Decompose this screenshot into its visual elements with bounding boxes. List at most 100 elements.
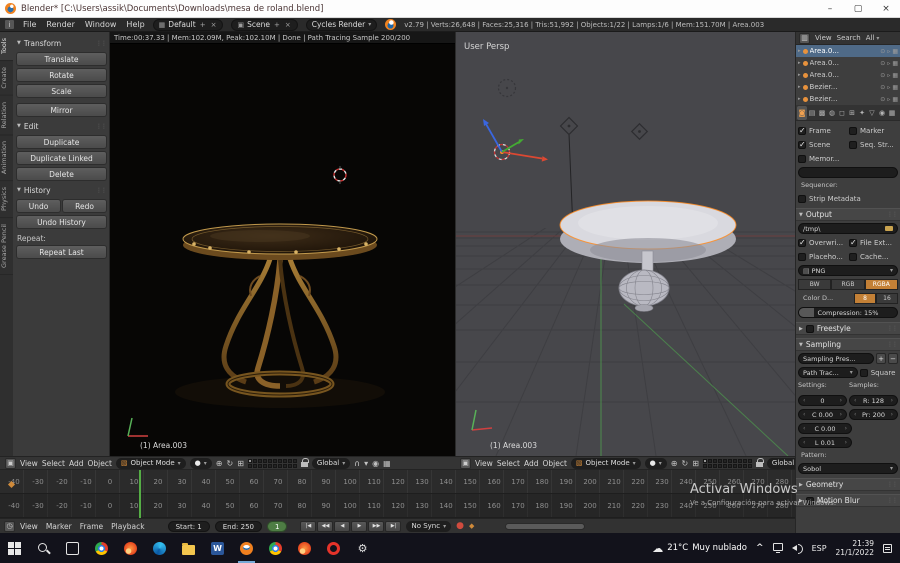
sampling-presets-dropdown[interactable]: Sampling Pres... — [798, 353, 874, 364]
layer-dot[interactable] — [267, 463, 272, 468]
start-frame-field[interactable]: Start: 1 — [167, 520, 210, 532]
toolshelf-tab-relation[interactable]: Relation — [0, 95, 13, 136]
redo-button[interactable]: Redo — [62, 199, 107, 213]
render-samples-field[interactable]: ‹ R: 128 › — [849, 395, 898, 406]
scale-manipulator-icon[interactable]: ⊞ — [237, 459, 244, 468]
timeline-menu-frame[interactable]: Frame — [80, 522, 103, 531]
metadata-seq-strip-checkbox[interactable]: Seq. Str... — [849, 140, 898, 149]
seed-field[interactable]: ‹ 0 › — [798, 395, 847, 406]
layer-dot[interactable] — [287, 458, 292, 463]
add-scene-button[interactable]: + — [273, 21, 281, 29]
layer-dot[interactable] — [282, 458, 287, 463]
toolshelf-tab-create[interactable]: Create — [0, 61, 13, 96]
timeline-ruler-top[interactable]: -40 -30 -20 -10 0 10 20 30 40 50 60 70 80 90 100 110 120… — [0, 470, 795, 494]
metadata-frame-checkbox[interactable]: Frame — [798, 126, 847, 135]
visibility-eye-icon[interactable]: ⊙ — [880, 60, 885, 67]
start-taskbar-button[interactable] — [0, 533, 29, 563]
freestyle-checkbox[interactable] — [805, 324, 814, 333]
history-panel-header[interactable]: ▼ History ⋮⋮ — [13, 183, 110, 197]
layer-dot[interactable] — [267, 458, 272, 463]
taskbar-clock[interactable]: 21:39 21/1/2022 — [836, 539, 874, 558]
rotate-manipulator-icon[interactable]: ↻ — [682, 459, 689, 468]
layer-dot[interactable] — [292, 458, 297, 463]
word-taskbar-button[interactable]: W — [203, 533, 232, 563]
light-threshold-field[interactable]: ‹ L 0.01 › — [798, 437, 852, 448]
output-path-field[interactable]: /tmp\ — [798, 223, 898, 234]
edit-panel-header[interactable]: ▼ Edit ⋮⋮ — [13, 119, 110, 133]
color-depth-16[interactable]: 16 — [876, 293, 898, 304]
outliner-item[interactable]: ▸ Area.0... ⊙ ▹ ▦ — [796, 69, 900, 81]
object-mode-dropdown[interactable]: ▧ Object Mode ▾ — [115, 457, 186, 469]
viewport-menu-view[interactable]: View — [475, 459, 493, 468]
scale-manipulator-icon[interactable]: ⊞ — [692, 459, 699, 468]
timeline-ruler-bottom[interactable]: -40 -30 -20 -10 0 10 20 30 40 50 60 70 80 90 100 110 120… — [0, 494, 795, 518]
viewport-menu-add[interactable]: Add — [524, 459, 539, 468]
layer-dot[interactable] — [742, 458, 747, 463]
timeline-menu-view[interactable]: View — [20, 522, 38, 531]
metadata-scene-checkbox[interactable]: Scene — [798, 140, 847, 149]
layer-dot[interactable] — [257, 463, 262, 468]
menu-file[interactable]: File — [23, 20, 36, 29]
3d-view-editor-icon[interactable]: ▣ — [5, 457, 16, 469]
layer-dot[interactable] — [252, 458, 257, 463]
renderability-icon[interactable]: ▦ — [892, 84, 898, 91]
object-data-properties-tab[interactable]: ▽ — [867, 106, 877, 120]
viewport-shading-dropdown[interactable]: ● ▾ — [644, 457, 667, 469]
transform-orientation-dropdown[interactable]: Global▾ — [311, 457, 351, 469]
visibility-eye-icon[interactable]: ⊙ — [880, 72, 885, 79]
metadata-memory-checkbox[interactable]: Memor... — [798, 154, 898, 163]
outliner-editor-icon[interactable]: ▥ — [799, 32, 810, 44]
placeholders-checkbox[interactable]: Placeho... — [798, 252, 847, 261]
sync-dropdown[interactable]: No Sync ▾ — [406, 520, 452, 532]
chrome-taskbar-button[interactable] — [87, 533, 116, 563]
viewport-menu-view[interactable]: View — [20, 459, 38, 468]
layer-dot[interactable] — [277, 458, 282, 463]
add-layout-button[interactable]: + — [199, 21, 207, 29]
menu-help[interactable]: Help — [126, 20, 144, 29]
render-engine-selector[interactable]: Cycles Render ▾ — [305, 18, 378, 31]
layer-dot[interactable] — [747, 463, 752, 468]
pattern-dropdown[interactable]: Sobol ▾ — [798, 463, 898, 474]
timeline-menu-marker[interactable]: Marker — [46, 522, 72, 531]
panel-grip-icon[interactable]: ⋮⋮ — [96, 40, 107, 47]
outliner-item[interactable]: ▸ Bezier... ⊙ ▹ ▦ — [796, 81, 900, 93]
layer-dot[interactable] — [247, 463, 252, 468]
selectability-arrow-icon[interactable]: ▹ — [887, 84, 890, 91]
chrome-2-taskbar-button[interactable] — [261, 533, 290, 563]
selectability-arrow-icon[interactable]: ▹ — [887, 48, 890, 55]
layer-grid[interactable] — [702, 458, 752, 468]
info-editor-icon[interactable]: i — [4, 19, 15, 30]
layer-grid[interactable] — [247, 458, 297, 468]
jump-to-start-button[interactable]: |◀ — [300, 520, 317, 532]
sampling-panel-header[interactable]: ▼ Sampling ⋮⋮ — [796, 338, 900, 351]
layer-dot[interactable] — [272, 463, 277, 468]
freestyle-panel-header[interactable]: ▶ Freestyle ⋮⋮ — [796, 322, 900, 335]
layer-dot[interactable] — [742, 463, 747, 468]
layer-dot[interactable] — [737, 458, 742, 463]
layer-dot[interactable] — [282, 463, 287, 468]
motion-blur-checkbox[interactable] — [805, 496, 814, 505]
layer-dot[interactable] — [252, 463, 257, 468]
material-properties-tab[interactable]: ◉ — [877, 106, 887, 120]
layer-dot[interactable] — [287, 463, 292, 468]
play-reverse-button[interactable]: ◀ — [334, 520, 351, 532]
opengl-render-anim-icon[interactable]: ▦ — [383, 459, 391, 468]
toolshelf-tab-physics[interactable]: Physics — [0, 181, 13, 219]
menu-render[interactable]: Render — [46, 20, 74, 29]
layer-dot[interactable] — [262, 458, 267, 463]
expand-arrow-icon[interactable]: ▸ — [798, 72, 801, 78]
menu-window[interactable]: Window — [85, 20, 117, 29]
transform-orientation-dropdown[interactable]: Global▾ — [766, 457, 795, 469]
show-hidden-icons-button[interactable]: ^ — [756, 543, 764, 553]
toolshelf-tab-grease-pencil[interactable]: Grease Pencil — [0, 218, 13, 276]
delete-layout-button[interactable]: × — [210, 21, 218, 29]
scene-properties-tab[interactable]: ▩ — [817, 106, 827, 120]
outliner-item[interactable]: ▸ Area.0... ⊙ ▹ ▦ — [796, 57, 900, 69]
layer-dot[interactable] — [707, 463, 712, 468]
constraints-properties-tab[interactable]: ⊞ — [847, 106, 857, 120]
duplicate-button[interactable]: Duplicate — [16, 135, 107, 149]
rendered-viewport[interactable]: Time:00:37.33 | Mem:102.09M, Peak:102.10… — [110, 32, 455, 456]
current-frame-field[interactable]: 1 — [266, 520, 288, 532]
motion-blur-panel-header[interactable]: ▶ Motion Blur ⋮⋮ — [796, 494, 900, 507]
maximize-button[interactable]: ▢ — [844, 0, 872, 18]
